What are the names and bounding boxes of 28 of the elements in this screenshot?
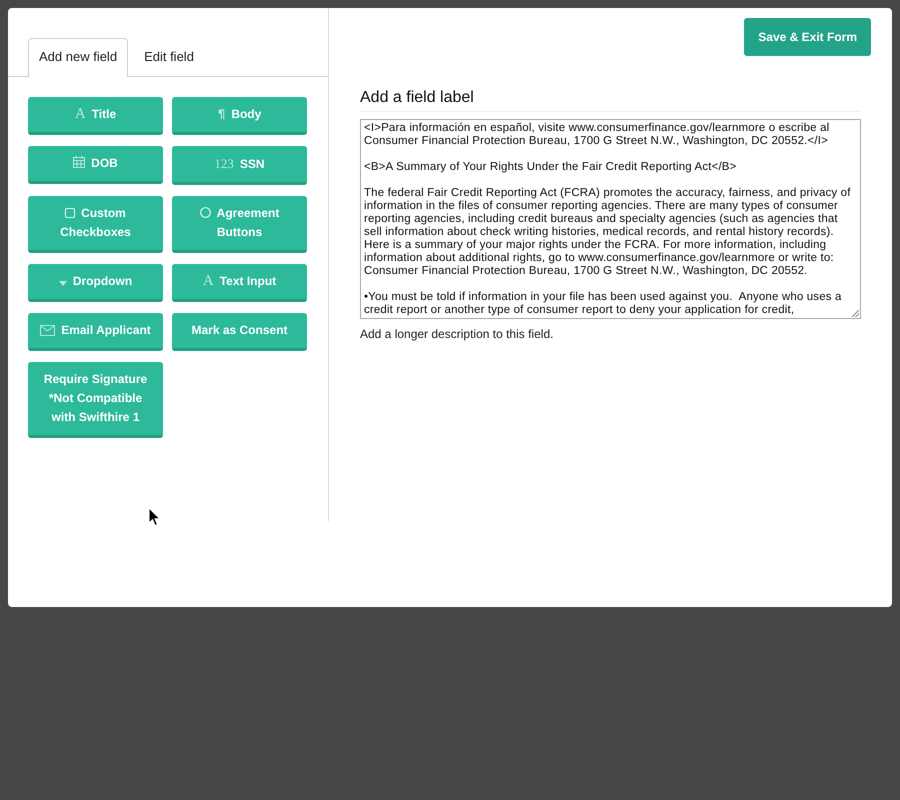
mouse-pointer-icon xyxy=(148,507,161,527)
field-type-button[interactable]: DOB xyxy=(28,146,163,184)
help-text: Add a longer description to this field. xyxy=(360,327,554,341)
description-textarea[interactable]: <I>Para información en español, visite www.consumerfinance.gov/learnmore o escribe al Consumer Financial Protection Bureau, 1700 G Street N.W., Washington, DC 20552.</I> <B>A Summary of Your Rights Under the Fair Credit Reporting Act</B> The federal Fair Credit Reporting Act (FCRA) promotes the accuracy, fairness, and privacy of information in the files of consumer reporting agencies. There are many types of consumer reporting agencies, including credit bureaus and specialty agencies (such as agencies that sell information about check writing histories, medical records, and rental history records). Here is a summary of your major rights under the FCRA. For more information, including information about additional rights, go to www.consumerfinance.gov/learnmore or write to: Consumer Financial Protection Bureau, 1700 G Street N.W., Washington, DC 20552. •You must be told if information in your file has been used against you. Anyone who uses a credit report or another type of consumer report to deny your application for credit, xyxy=(360,119,861,319)
field-type-button[interactable]: Require Signature *Not Compatible with Swifthire 1 xyxy=(28,362,163,438)
field-type-button[interactable]: Email Applicant xyxy=(28,313,163,351)
field-type-button[interactable]: A Text Input xyxy=(172,264,307,302)
field-type-button[interactable]: Mark as Consent xyxy=(172,313,307,351)
field-type-button[interactable]: 123 SSN xyxy=(172,146,307,185)
field-type-button[interactable]: ¶ Body xyxy=(172,97,307,135)
save-exit-button[interactable]: Save & Exit Form xyxy=(744,18,871,56)
caret-icon xyxy=(58,281,67,286)
resize-grip-icon xyxy=(852,310,859,317)
field-type-button[interactable]: A Title xyxy=(28,97,163,135)
field-label-heading: Add a field label xyxy=(360,89,474,106)
radio-circle-icon xyxy=(200,207,211,218)
field-type-button[interactable]: Agreement Buttons xyxy=(172,196,307,253)
digits-icon: 123 xyxy=(214,156,234,171)
tab[interactable]: Add new field xyxy=(28,38,128,77)
letter-icon: A xyxy=(74,106,86,122)
calendar-icon xyxy=(73,156,86,168)
tab[interactable]: Edit field xyxy=(133,38,205,77)
field-type-button[interactable]: Dropdown xyxy=(28,264,163,302)
checkbox-icon xyxy=(65,208,76,218)
letter-icon: A xyxy=(202,273,214,289)
envelope-icon xyxy=(40,325,56,336)
field-type-button[interactable]: Custom Checkboxes xyxy=(28,196,163,253)
pilcrow-icon: ¶ xyxy=(218,107,226,121)
